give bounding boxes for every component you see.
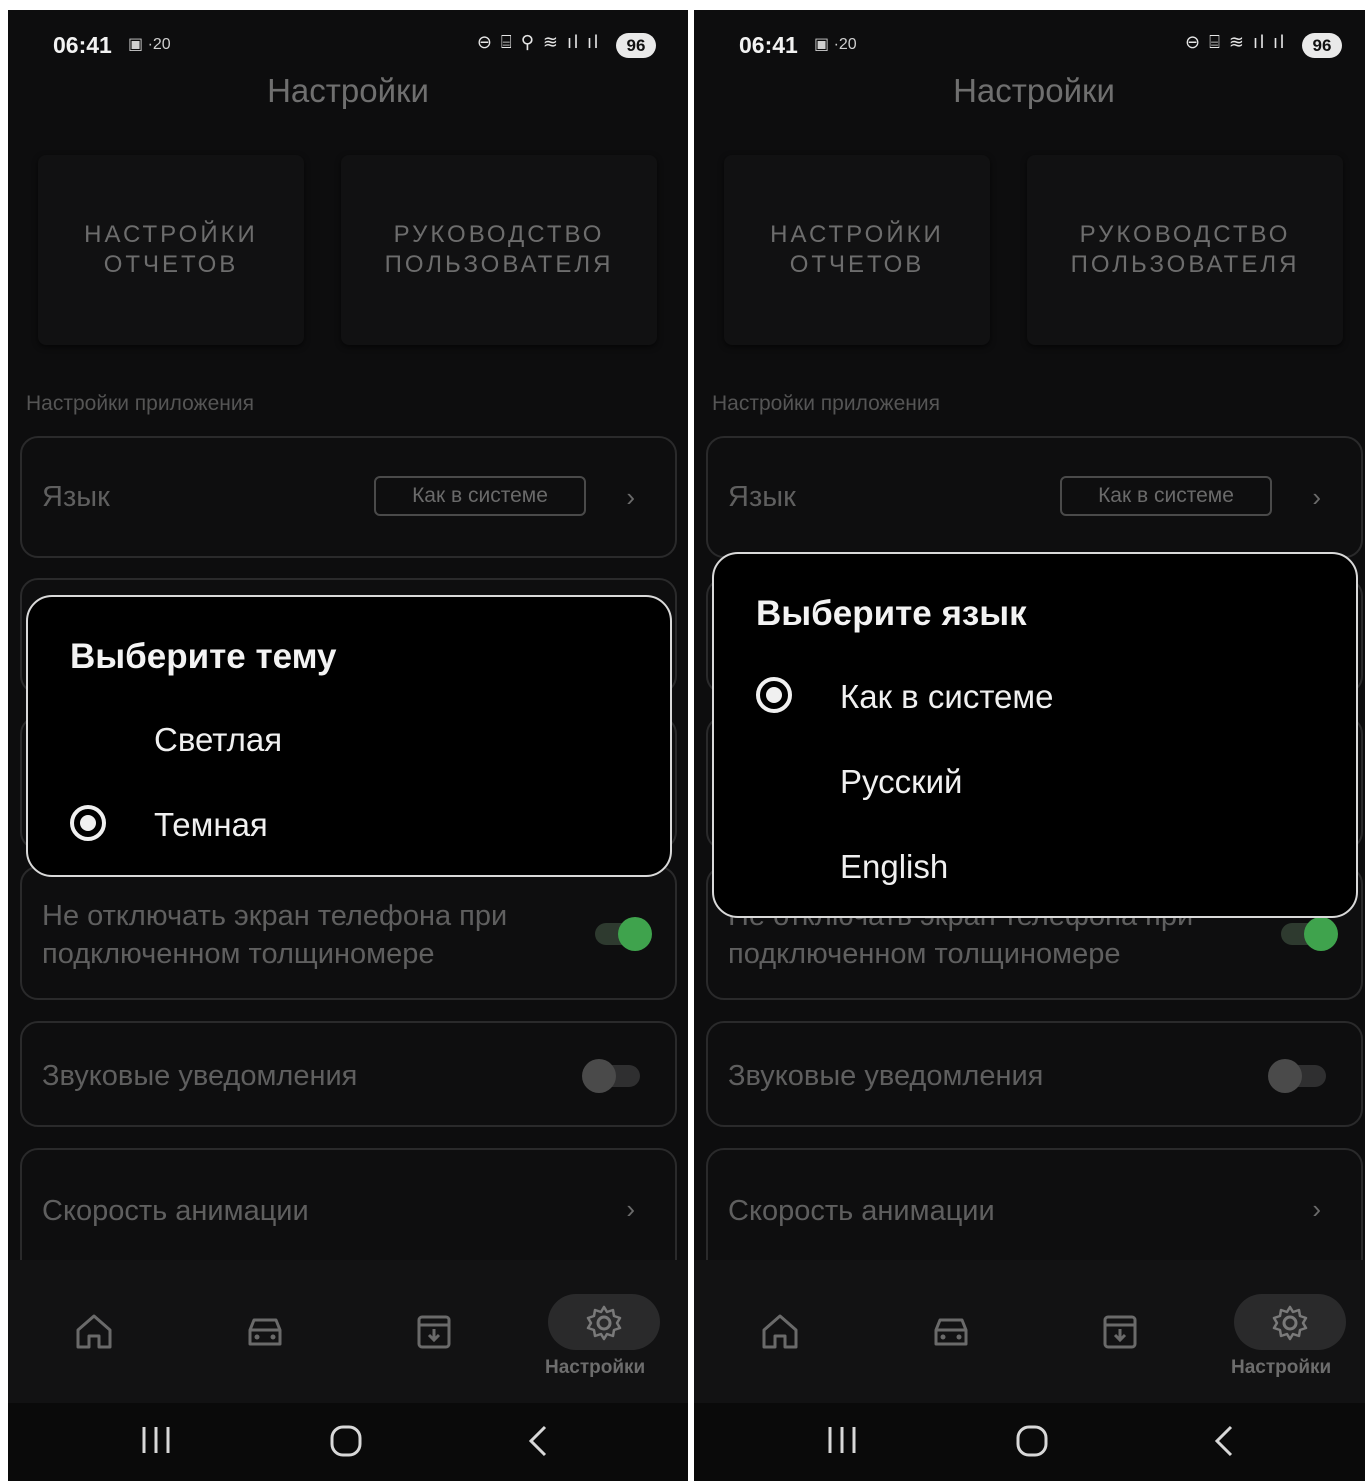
status-notification-icons: ▣ ·20 xyxy=(814,36,857,53)
chevron-right-icon: › xyxy=(1312,1194,1321,1224)
bottom-navigation: Настройки xyxy=(694,1260,1365,1403)
report-settings-card[interactable]: НАСТРОЙКИ ОТЧЕТОВ xyxy=(38,155,304,345)
theme-option-dark[interactable]: Темная xyxy=(154,806,268,844)
user-manual-card[interactable]: РУКОВОДСТВО ПОЛЬЗОВАТЕЛЯ xyxy=(341,155,657,345)
toggle-thumb xyxy=(1268,1059,1302,1093)
home-icon[interactable] xyxy=(760,1312,800,1355)
dialog-title: Выберите язык xyxy=(756,594,1027,633)
battery-indicator: 96 xyxy=(1302,33,1342,58)
radio-selected-icon[interactable] xyxy=(756,677,792,713)
battery-indicator: 96 xyxy=(616,33,656,58)
keep-screen-on-label: Не отключать экран телефона при подключе… xyxy=(42,900,508,970)
car-icon[interactable] xyxy=(932,1316,970,1353)
car-icon[interactable] xyxy=(246,1316,284,1353)
chevron-right-icon: › xyxy=(626,1194,635,1224)
status-bar: 06:41 ▣ ·20 ⊖ ⌸ ≋ ıl ıl 96 xyxy=(694,10,1365,80)
recent-apps-icon[interactable] xyxy=(824,1423,860,1462)
nav-label-settings[interactable]: Настройки xyxy=(545,1357,645,1379)
user-manual-card[interactable]: РУКОВОДСТВО ПОЛЬЗОВАТЕЛЯ xyxy=(1027,155,1343,345)
archive-icon[interactable] xyxy=(416,1314,452,1355)
toggle-thumb xyxy=(582,1059,616,1093)
phone-screen-theme-dialog: 06:41 ▣ ·20 ⊖ ⌸ ⚲ ≋ ıl ıl 96 Настройки Н… xyxy=(8,10,688,1481)
chevron-right-icon: › xyxy=(1312,482,1321,512)
toggle-thumb xyxy=(1304,917,1338,951)
radio-selected-icon[interactable] xyxy=(70,805,106,841)
home-icon[interactable] xyxy=(74,1312,114,1355)
home-button-icon[interactable] xyxy=(328,1423,364,1464)
theme-option-light[interactable]: Светлая xyxy=(154,721,282,759)
sound-notifications-row[interactable]: Звуковые уведомления xyxy=(20,1021,677,1127)
dialog-title: Выберите тему xyxy=(70,637,337,676)
status-time: 06:41 xyxy=(739,32,798,58)
language-label: Язык xyxy=(42,481,110,513)
archive-icon[interactable] xyxy=(1102,1314,1138,1355)
language-value-badge: Как в системе xyxy=(374,476,586,516)
home-button-icon[interactable] xyxy=(1014,1423,1050,1464)
language-row[interactable]: Язык Как в системе › xyxy=(20,436,677,558)
language-row[interactable]: Язык Как в системе › xyxy=(706,436,1363,558)
status-bar: 06:41 ▣ ·20 ⊖ ⌸ ⚲ ≋ ıl ıl 96 xyxy=(8,10,688,80)
page-title: Настройки xyxy=(953,72,1115,109)
gear-icon[interactable] xyxy=(585,1304,623,1347)
section-label: Настройки приложения xyxy=(712,392,940,415)
sound-notifications-label: Звуковые уведомления xyxy=(42,1060,358,1092)
phone-screen-language-dialog: 06:41 ▣ ·20 ⊖ ⌸ ≋ ıl ıl 96 Настройки НАС… xyxy=(694,10,1365,1481)
status-time: 06:41 xyxy=(53,32,112,58)
back-icon[interactable] xyxy=(1209,1423,1239,1464)
system-navigation-bar xyxy=(694,1403,1365,1481)
language-value-badge: Как в системе xyxy=(1060,476,1272,516)
section-label: Настройки приложения xyxy=(26,392,254,415)
keep-screen-on-row[interactable]: Не отключать экран телефона при подключе… xyxy=(20,866,677,1000)
status-notification-icons: ▣ ·20 xyxy=(128,36,171,53)
report-settings-card[interactable]: НАСТРОЙКИ ОТЧЕТОВ xyxy=(724,155,990,345)
page-title: Настройки xyxy=(267,72,429,109)
theme-dialog: Выберите тему Светлая Темная xyxy=(26,595,672,877)
recent-apps-icon[interactable] xyxy=(138,1423,174,1462)
language-option-english[interactable]: English xyxy=(840,848,948,886)
toggle-thumb xyxy=(618,917,652,951)
status-system-icons: ⊖ ⌸ ≋ ıl ıl xyxy=(1185,32,1286,52)
animation-speed-label: Скорость анимации xyxy=(728,1195,995,1227)
bottom-navigation: Настройки xyxy=(8,1260,688,1403)
nav-label-settings[interactable]: Настройки xyxy=(1231,1357,1331,1379)
sound-notifications-row[interactable]: Звуковые уведомления xyxy=(706,1021,1363,1127)
language-option-russian[interactable]: Русский xyxy=(840,763,962,801)
chevron-right-icon: › xyxy=(626,482,635,512)
language-option-system[interactable]: Как в системе xyxy=(840,678,1053,716)
system-navigation-bar xyxy=(8,1403,688,1481)
sound-notifications-label: Звуковые уведомления xyxy=(728,1060,1044,1092)
status-system-icons: ⊖ ⌸ ⚲ ≋ ıl ıl xyxy=(476,32,600,52)
language-label: Язык xyxy=(728,481,796,513)
language-dialog: Выберите язык Как в системе Русский Engl… xyxy=(712,552,1358,918)
gear-icon[interactable] xyxy=(1271,1304,1309,1347)
back-icon[interactable] xyxy=(523,1423,553,1464)
animation-speed-label: Скорость анимации xyxy=(42,1195,309,1227)
